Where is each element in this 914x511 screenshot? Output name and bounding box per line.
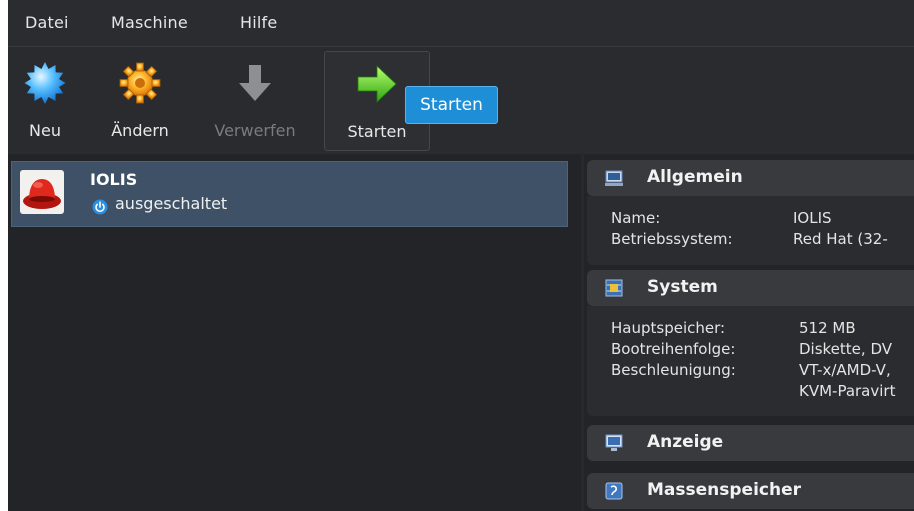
menu-machine[interactable]: Maschine — [111, 13, 188, 32]
new-icon — [24, 62, 66, 104]
vm-state: ausgeschaltet — [115, 194, 228, 213]
section-display-title: Anzeige — [647, 432, 724, 452]
discard-button[interactable]: Verwerfen — [200, 51, 310, 149]
chip-icon — [605, 279, 623, 297]
power-off-icon — [92, 199, 108, 215]
section-storage-title: Massenspeicher — [647, 480, 801, 500]
discard-label: Verwerfen — [214, 121, 296, 140]
section-system-title: System — [647, 277, 718, 297]
name-value: IOLIS — [793, 209, 832, 227]
os-value: Red Hat (32- — [793, 230, 888, 248]
menubar: Datei Maschine Hilfe — [8, 0, 914, 47]
start-label: Starten — [347, 122, 407, 141]
arrow-right-icon — [357, 65, 397, 103]
redhat-os-icon — [20, 170, 64, 214]
section-system-body: Hauptspeicher: 512 MB Bootreihenfolge: D… — [587, 306, 914, 416]
section-display-header[interactable]: Anzeige — [587, 425, 914, 461]
vm-name: IOLIS — [90, 170, 138, 189]
accel-value-cont: KVM-Paravirt — [799, 382, 896, 400]
monitor-icon — [605, 170, 623, 186]
accel-value: VT-x/AMD-V, — [799, 361, 891, 379]
storage-icon — [605, 482, 623, 500]
section-storage-header[interactable]: Massenspeicher — [587, 473, 914, 509]
change-label: Ändern — [111, 121, 169, 140]
section-system-header[interactable]: System — [587, 270, 914, 306]
section-general-title: Allgemein — [647, 167, 743, 187]
change-button[interactable]: Ändern — [94, 51, 186, 149]
name-label: Name: — [611, 209, 661, 227]
display-icon — [605, 434, 623, 451]
ram-value: 512 MB — [799, 319, 856, 337]
vm-list: IOLIS ausgeschaltet — [8, 155, 578, 511]
virtualbox-window: Datei Maschine Hilfe Neu Ändern Verwerfe… — [8, 0, 914, 511]
menu-file[interactable]: Datei — [25, 13, 69, 32]
accel-label: Beschleunigung: — [611, 361, 736, 379]
menu-help[interactable]: Hilfe — [240, 13, 277, 32]
section-general-header[interactable]: Allgemein — [587, 160, 914, 196]
start-tooltip: Starten — [405, 86, 498, 124]
details-pane: Allgemein Name: IOLIS Betriebssystem: Re… — [584, 155, 914, 511]
boot-value: Diskette, DV — [799, 340, 892, 358]
new-label: Neu — [29, 121, 61, 140]
ram-label: Hauptspeicher: — [611, 319, 726, 337]
section-general-body: Name: IOLIS Betriebssystem: Red Hat (32- — [587, 196, 914, 265]
os-label: Betriebssystem: — [611, 230, 733, 248]
vm-list-item[interactable]: IOLIS ausgeschaltet — [11, 161, 568, 227]
gear-icon — [119, 62, 161, 104]
boot-label: Bootreihenfolge: — [611, 340, 736, 358]
new-button[interactable]: Neu — [12, 51, 78, 149]
arrow-down-icon — [239, 65, 271, 101]
